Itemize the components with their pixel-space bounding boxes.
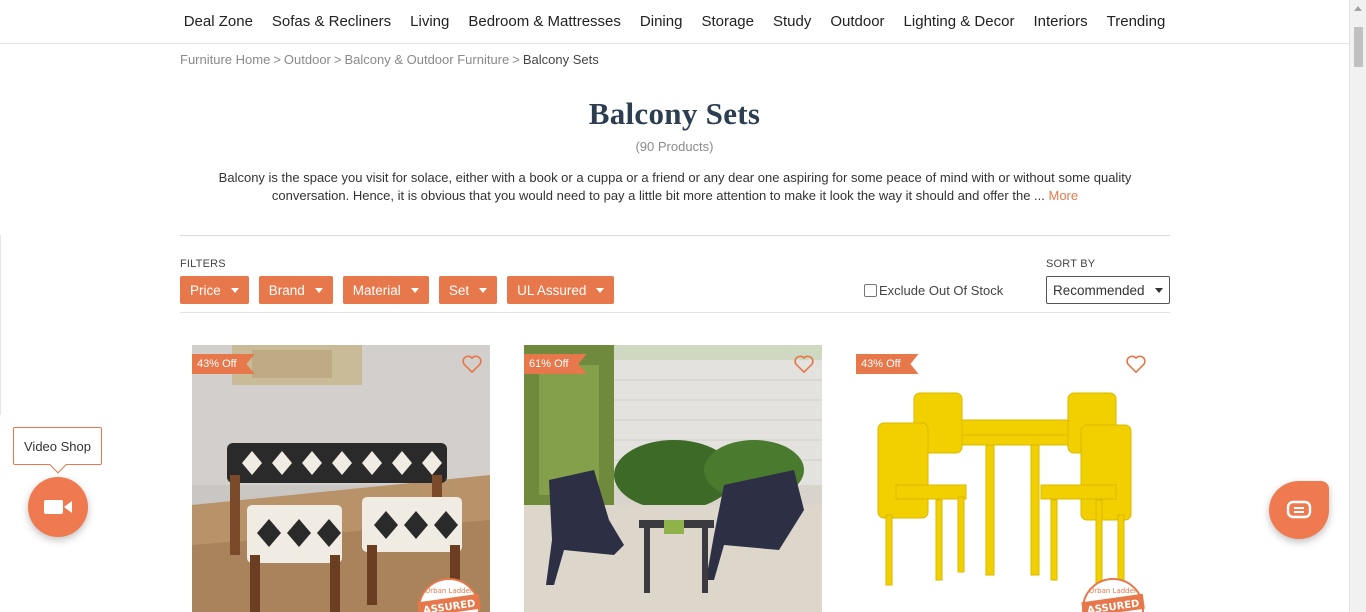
breadcrumb-furniture-home[interactable]: Furniture Home bbox=[180, 52, 270, 67]
breadcrumb-separator: > bbox=[512, 52, 520, 67]
product-image[interactable] bbox=[856, 345, 1154, 612]
left-edge-line bbox=[0, 235, 1, 415]
more-link[interactable]: More bbox=[1048, 188, 1078, 203]
discount-badge: 61% Off bbox=[524, 354, 587, 374]
filter-set-button[interactable]: Set bbox=[438, 276, 498, 304]
breadcrumb-current: Balcony Sets bbox=[522, 52, 599, 67]
chevron-down-icon bbox=[479, 287, 488, 293]
assured-top-text: Urban Ladder bbox=[1089, 587, 1137, 595]
exclude-out-of-stock-label: Exclude Out Of Stock bbox=[879, 283, 1004, 298]
filter-ul-assured-button[interactable]: UL Assured bbox=[507, 276, 615, 304]
discount-badge: 43% Off bbox=[856, 354, 919, 374]
product-card[interactable]: 61% Off bbox=[524, 345, 822, 612]
filter-label: UL Assured bbox=[517, 282, 587, 298]
nav-item-trending[interactable]: Trending bbox=[1097, 13, 1175, 30]
nav-item-storage[interactable]: Storage bbox=[692, 13, 764, 30]
nav-item-dining[interactable]: Dining bbox=[630, 13, 692, 30]
sort-select[interactable]: Recommended bbox=[1046, 276, 1170, 304]
heart-icon[interactable] bbox=[793, 354, 815, 374]
sort-selected-value: Recommended bbox=[1053, 282, 1145, 298]
ul-assured-badge: Urban Ladder ASSURED bbox=[417, 578, 481, 612]
product-card[interactable]: 43% Off Urban Ladder ASSURED bbox=[856, 345, 1154, 612]
assured-top-text: Urban Ladder bbox=[425, 587, 473, 595]
category-description: Balcony is the space you visit for solac… bbox=[195, 169, 1155, 205]
breadcrumb: Furniture Home > Outdoor > Balcony & Outdoor… bbox=[180, 52, 599, 67]
product-image[interactable] bbox=[192, 345, 490, 612]
nav-item-living[interactable]: Living bbox=[401, 13, 459, 30]
nav-item-outdoor[interactable]: Outdoor bbox=[821, 13, 894, 30]
breadcrumb-outdoor[interactable]: Outdoor bbox=[284, 52, 331, 67]
video-shop-tooltip[interactable]: Video Shop bbox=[13, 427, 102, 474]
divider bbox=[180, 312, 1170, 313]
tooltip-tail bbox=[49, 456, 67, 474]
filter-label: Set bbox=[448, 282, 470, 298]
breadcrumb-balcony-outdoor-furniture[interactable]: Balcony & Outdoor Furniture bbox=[344, 52, 509, 67]
ul-assured-badge: Urban Ladder ASSURED bbox=[1081, 578, 1145, 612]
nav-item-sofas-recliners[interactable]: Sofas & Recliners bbox=[262, 13, 400, 30]
top-nav: Deal Zone Sofas & Recliners Living Bedro… bbox=[0, 0, 1349, 44]
filter-label: Price bbox=[190, 282, 221, 298]
divider bbox=[180, 235, 1170, 236]
nav-item-lighting-decor[interactable]: Lighting & Decor bbox=[894, 13, 1024, 30]
nav-item-study[interactable]: Study bbox=[763, 13, 820, 30]
nav-item-deal-zone[interactable]: Deal Zone bbox=[174, 13, 262, 30]
product-image[interactable] bbox=[524, 345, 822, 612]
video-shop-button[interactable] bbox=[28, 477, 88, 537]
video-camera-icon bbox=[44, 500, 72, 514]
breadcrumb-separator: > bbox=[273, 52, 281, 67]
product-count: (90 Products) bbox=[635, 139, 714, 154]
scroll-up-icon[interactable] bbox=[1354, 6, 1362, 11]
chevron-down-icon bbox=[410, 287, 419, 293]
chat-button[interactable] bbox=[1269, 481, 1329, 539]
sort-label: SORT BY bbox=[1046, 258, 1096, 270]
scrollbar-thumb[interactable] bbox=[1354, 27, 1363, 67]
chevron-down-icon bbox=[596, 287, 605, 293]
breadcrumb-separator: > bbox=[333, 52, 342, 67]
filter-label: Brand bbox=[268, 282, 305, 298]
scrollbar[interactable] bbox=[1349, 0, 1366, 612]
nav-item-bedroom-mattresses[interactable]: Bedroom & Mattresses bbox=[459, 13, 631, 30]
description-text: Balcony is the space you visit for solac… bbox=[218, 170, 1132, 203]
filter-label: Material bbox=[352, 282, 401, 298]
chevron-down-icon bbox=[230, 287, 239, 293]
filter-material-button[interactable]: Material bbox=[342, 276, 429, 304]
filter-brand-button[interactable]: Brand bbox=[258, 276, 333, 304]
chevron-down-icon bbox=[314, 287, 323, 293]
filter-bar: Price Brand Material Set UL Assured bbox=[180, 276, 615, 304]
chevron-down-icon bbox=[1155, 287, 1163, 293]
nav-item-interiors[interactable]: Interiors bbox=[1024, 13, 1097, 30]
heart-icon[interactable] bbox=[1125, 354, 1147, 374]
filter-price-button[interactable]: Price bbox=[180, 276, 249, 304]
discount-badge: 43% Off bbox=[192, 354, 255, 374]
page-title: Balcony Sets bbox=[588, 96, 761, 131]
product-card[interactable]: 43% Off Urban Ladder ASSURED bbox=[192, 345, 490, 612]
filters-label: FILTERS bbox=[180, 258, 226, 270]
exclude-out-of-stock-checkbox[interactable] bbox=[864, 284, 877, 297]
chat-icon bbox=[1286, 500, 1312, 519]
exclude-out-of-stock[interactable]: Exclude Out Of Stock bbox=[864, 283, 1003, 298]
video-shop-label: Video Shop bbox=[24, 438, 91, 454]
heart-icon[interactable] bbox=[461, 354, 483, 374]
